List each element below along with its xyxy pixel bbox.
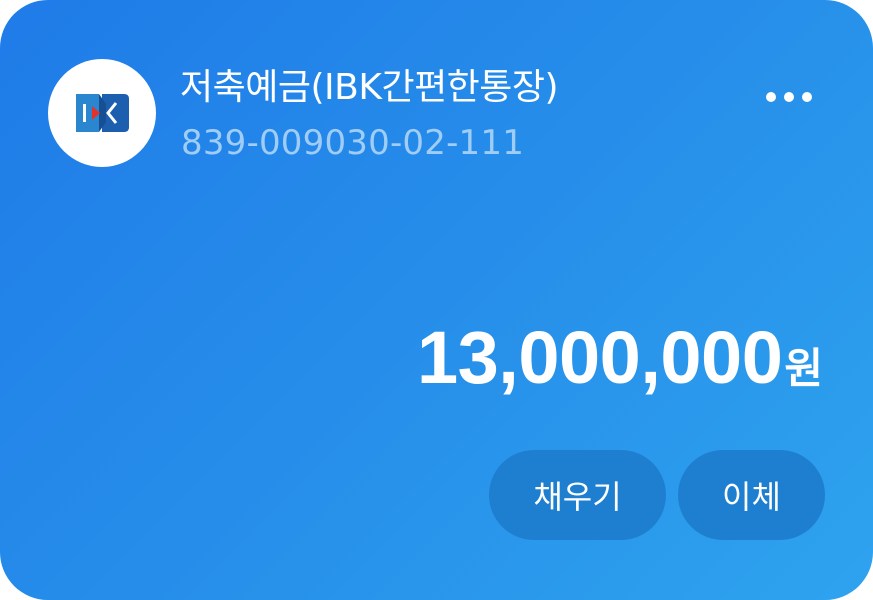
fill-button[interactable]: 채우기: [489, 450, 666, 540]
ibk-logo-icon: [76, 94, 129, 132]
account-name: 저축예금(IBK간편한통장): [180, 67, 559, 108]
balance-amount: 13,000,000: [416, 316, 783, 399]
account-number: 839-009030-02-111: [181, 123, 525, 163]
bank-logo: [48, 59, 156, 167]
more-horizontal-icon: [766, 92, 776, 102]
account-card[interactable]: 저축예금(IBK간편한통장) 839-009030-02-111 13,000,…: [0, 0, 873, 600]
more-dot: [784, 92, 794, 102]
more-options-button[interactable]: [758, 80, 820, 114]
transfer-button[interactable]: 이체: [678, 450, 825, 540]
balance: 13,000,000 원: [417, 318, 823, 398]
more-dot: [802, 92, 812, 102]
balance-unit: 원: [784, 344, 823, 393]
